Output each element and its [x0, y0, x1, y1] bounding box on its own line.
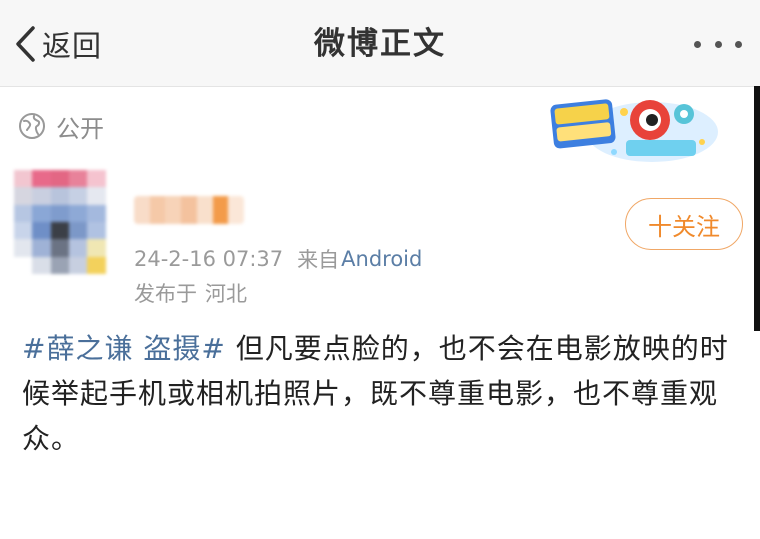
avatar[interactable] [14, 170, 124, 274]
national-day-badge-icon [550, 99, 718, 162]
post-body: #薛之谦 盗摄# 但凡要点脸的，也不会在电影放映的时候举起手机或相机拍照片，既不… [22, 326, 744, 461]
post-timestamp: 24-2-16 07:37 [134, 247, 284, 271]
follow-button[interactable]: 十关注 [625, 198, 743, 250]
right-edge-bar [754, 86, 760, 331]
top-navigation-bar: 返回 微博正文 [0, 0, 760, 87]
post-location: 发布于 河北 [134, 278, 247, 310]
globe-icon [19, 113, 45, 139]
source-link[interactable]: Android [341, 247, 422, 271]
post-meta: 24-2-16 07:37 来自 Android [134, 243, 422, 275]
source-prefix: 来自 [297, 248, 340, 272]
follow-label: 十关注 [648, 212, 720, 241]
visibility-label: 公开 [56, 114, 104, 143]
more-dots-icon[interactable] [694, 30, 742, 58]
page-title: 微博正文 [314, 26, 446, 62]
location-place: 河北 [205, 282, 247, 306]
hashtag-link[interactable]: #薛之谦 盗摄# [22, 332, 226, 365]
location-prefix: 发布于 [134, 282, 197, 306]
visibility-indicator: 公开 [18, 108, 104, 144]
author-name-blurred[interactable] [134, 196, 244, 224]
